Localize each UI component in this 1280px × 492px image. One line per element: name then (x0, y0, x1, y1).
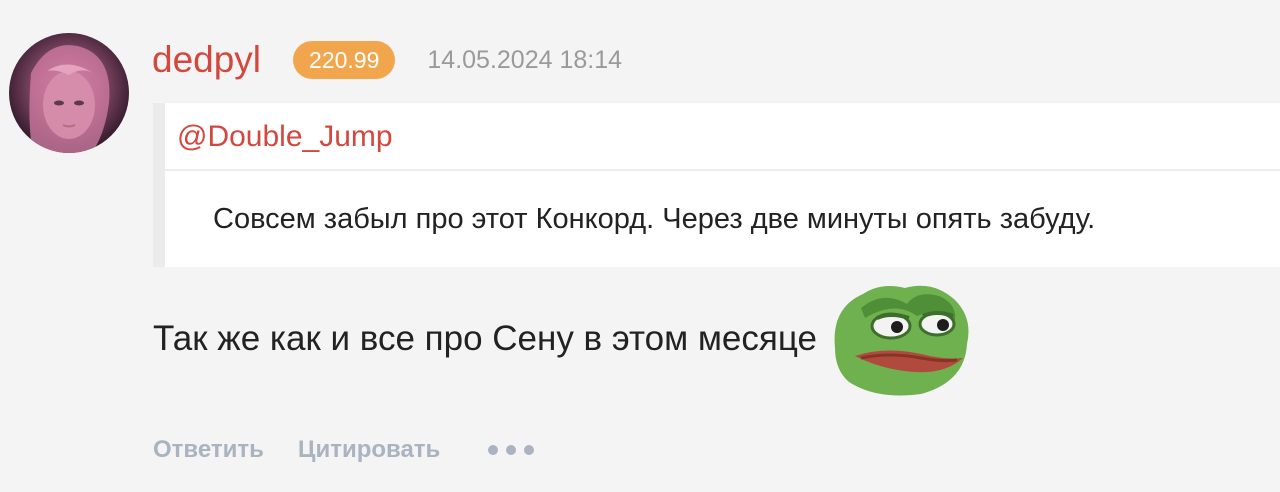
quote-text: Совсем забыл про этот Конкорд. Через две… (213, 203, 1096, 235)
quote-divider (165, 169, 1280, 171)
author-username[interactable]: dedpyl (152, 36, 261, 84)
comment-actions: Ответить Цитировать (153, 432, 535, 468)
comment: dedpyl 220.99 14.05.2024 18:14 @Double_J… (0, 0, 1280, 492)
comment-body: Так же как и все про Сену в этом месяце (153, 278, 973, 398)
comment-header: dedpyl 220.99 14.05.2024 18:14 (152, 36, 622, 84)
dot (488, 445, 499, 455)
avatar[interactable] (9, 33, 129, 153)
comment-text: Так же как и все про Сену в этом месяце (153, 319, 817, 358)
more-dots-icon[interactable] (488, 439, 535, 461)
rating-badge: 220.99 (293, 41, 396, 79)
quote-button[interactable]: Цитировать (298, 436, 440, 464)
comment-timestamp: 14.05.2024 18:14 (427, 46, 623, 74)
quote-author[interactable]: @Double_Jump (177, 117, 393, 157)
pepe-sticker-icon (825, 278, 973, 398)
dot (506, 445, 517, 455)
reply-button[interactable]: Ответить (153, 436, 264, 464)
dot (524, 445, 535, 455)
avatar-image (29, 45, 110, 153)
quote-block: @Double_Jump Совсем забыл про этот Конко… (153, 103, 1280, 267)
